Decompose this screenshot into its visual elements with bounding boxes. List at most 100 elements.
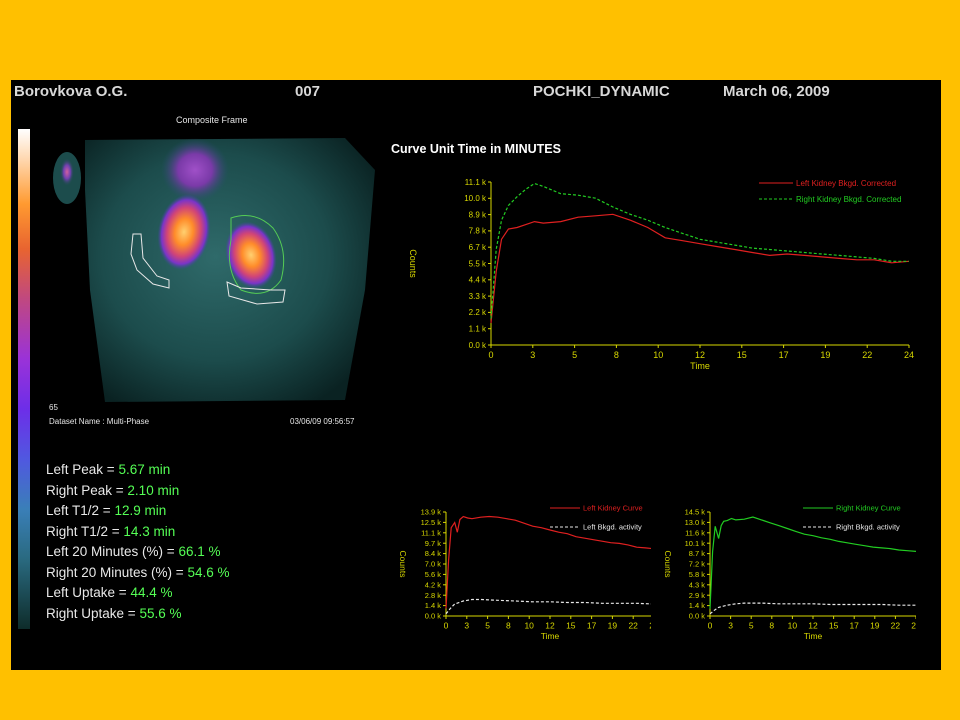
x-tick-label: 17 [587, 621, 597, 631]
y-tick-label: 14.5 k [685, 508, 706, 517]
y-tick-label: 1.4 k [689, 601, 706, 610]
x-tick-label: 12 [545, 621, 555, 631]
x-tick-label: 3 [464, 621, 469, 631]
legend-label: Right Kidney Bkgd. Corrected [796, 195, 901, 204]
x-tick-label: 15 [829, 621, 839, 631]
x-tick-label: 10 [788, 621, 798, 631]
y-tick-label: 10.1 k [685, 539, 706, 548]
y-tick-label: 13.9 k [421, 508, 442, 517]
series-line-2 [709, 602, 916, 615]
dataset-timestamp: 03/06/09 09:56:57 [290, 417, 355, 426]
stat-value: 5.67 min [118, 462, 171, 477]
gamma-camera-screen: Borovkova O.G. 007 POCHKI_DYNAMIC March … [11, 80, 941, 670]
stat-unit: % [160, 585, 173, 600]
y-tick-label: 5.6 k [425, 570, 442, 579]
y-tick-label: 1.4 k [425, 601, 442, 610]
y-tick-label: 10.0 k [464, 194, 487, 203]
x-tick-label: 22 [862, 350, 872, 360]
stat-unit: % [208, 544, 221, 559]
x-tick-label: 12 [695, 350, 705, 360]
y-tick-label: 0.0 k [425, 612, 442, 621]
curve-title: Curve Unit Time in MINUTES [391, 142, 561, 156]
y-tick-label: 4.4 k [469, 276, 487, 285]
y-tick-label: 0.0 k [689, 612, 706, 621]
x-axis-label: Time [804, 631, 823, 641]
heart-blood-pool [161, 138, 229, 202]
corrected-renogram-chart: 0.0 k 1.1 k 2.2 k 3.3 k 4.4 k 5.5 k 6.7 k 7.8 k… [408, 178, 914, 371]
stat-right-uptake: Right Uptake = 55.6 % [46, 604, 229, 625]
y-tick-label: 9.7 k [425, 539, 442, 548]
stat-value: 66.1 [178, 544, 209, 559]
stat-value: 2.10 min [127, 482, 180, 498]
scale-min-value: 65 [49, 403, 58, 412]
stat-value: 12.9 min [114, 503, 167, 518]
x-tick-label: 5 [572, 350, 577, 360]
x-tick-label: 15 [737, 350, 747, 360]
x-axis-label: Time [541, 631, 560, 641]
legend-label: Left Kidney Curve [583, 504, 643, 513]
y-tick-label: 11.1 k [421, 528, 441, 537]
left-kidney-renogram-chart: 0.0 k 1.4 k2.8 k 4.2 k5.6 k7.0 k 8.4 k9.7 k… [398, 504, 651, 641]
color-scale-bar [18, 129, 30, 629]
x-tick-label: 3 [728, 621, 733, 631]
y-tick-label: 2.8 k [425, 591, 442, 600]
x-tick-label: 10 [524, 621, 534, 631]
x-tick-label: 22 [891, 621, 901, 631]
x-tick-label: 15 [566, 621, 576, 631]
y-tick-label: 4.2 k [425, 580, 442, 589]
x-tick-label: 19 [870, 621, 880, 631]
x-tick-label: 24 [911, 621, 916, 631]
study-name: POCHKI_DYNAMIC [533, 83, 670, 100]
x-tick-label: 8 [614, 350, 619, 360]
y-tick-label: 2.2 k [469, 308, 487, 317]
stat-label: Right Uptake = [46, 605, 140, 621]
stat-label: Right T1/2 = [46, 523, 124, 539]
x-axis-label: Time [690, 361, 710, 371]
stat-left-20-minutes: Left 20 Minutes (%) = 66.1 % [46, 542, 229, 563]
injection-site-spot [60, 158, 74, 186]
stat-label: Right 20 Minutes (%) = [46, 564, 188, 580]
stat-left-peak: Left Peak = 5.67 min [46, 460, 229, 481]
y-tick-label: 7.8 k [469, 227, 487, 236]
y-tick-label: 8.9 k [469, 210, 487, 219]
y-tick-label: 5.8 k [689, 570, 706, 579]
x-tick-label: 5 [485, 621, 490, 631]
y-axis-label: Counts [398, 551, 408, 578]
x-tick-label: 24 [904, 350, 914, 360]
stat-label: Left Uptake = [46, 585, 131, 600]
y-tick-label: 13.0 k [685, 518, 706, 527]
x-tick-label: 19 [608, 621, 618, 631]
stat-label: Left T1/2 = [46, 503, 115, 518]
y-tick-label: 8.4 k [425, 549, 442, 558]
stat-value: 14.3 min [123, 523, 176, 539]
composite-frame-image [53, 138, 375, 402]
y-tick-label: 11.1 k [465, 178, 487, 187]
stat-right-20-minutes: Right 20 Minutes (%) = 54.6 % [46, 563, 229, 584]
y-tick-label: 1.1 k [469, 325, 487, 334]
legend-label: Left Kidney Bkgd. Corrected [796, 179, 896, 188]
x-tick-label: 22 [628, 621, 638, 631]
y-tick-label: 12.5 k [421, 518, 442, 527]
y-tick-label: 7.0 k [425, 560, 442, 569]
y-axis-label: Counts [663, 551, 673, 578]
dataset-name: Dataset Name : Multi-Phase [49, 417, 150, 426]
x-tick-label: 19 [820, 350, 830, 360]
stat-right-peak: Right Peak = 2.10 min [46, 481, 229, 502]
x-tick-label: 8 [506, 621, 511, 631]
x-tick-label: 5 [749, 621, 754, 631]
y-tick-label: 11.6 k [685, 528, 705, 537]
stat-right-t-half: Right T1/2 = 14.3 min [46, 522, 229, 543]
y-tick-label: 6.7 k [469, 243, 487, 252]
legend-label: Right Kidney Curve [836, 504, 901, 513]
composite-frame-label: Composite Frame [176, 115, 248, 125]
stat-left-t-half: Left T1/2 = 12.9 min [46, 501, 229, 522]
x-tick-label: 8 [769, 621, 774, 631]
results-panel: Left Peak = 5.67 min Right Peak = 2.10 m… [46, 460, 229, 624]
legend-label: Right Bkgd. activity [836, 523, 900, 532]
study-id: 007 [295, 83, 321, 100]
y-tick-label: 0.0 k [469, 341, 487, 350]
study-date: March 06, 2009 [723, 83, 830, 100]
x-tick-label: 17 [849, 621, 859, 631]
x-tick-label: 12 [808, 621, 818, 631]
y-tick-label: 3.3 k [469, 292, 487, 301]
